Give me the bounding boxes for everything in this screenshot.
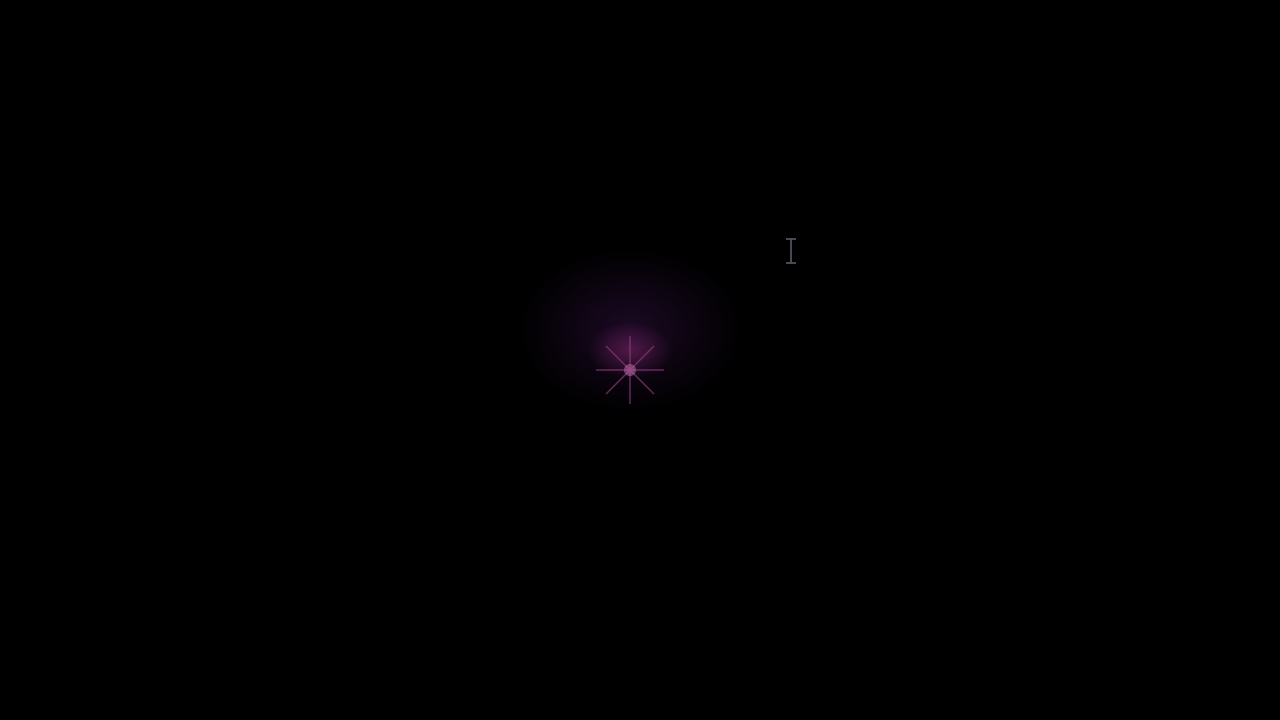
code-editor[interactable]: · pJS.tmp.bubble_clicking){ dx_mouse = p…	[0, 0, 1280, 720]
code-line: }	[330, 574, 416, 622]
code-line: pJS.tmp.bubble_clicking = false;	[385, 469, 854, 517]
code-token: time_spent = (	[487, 248, 660, 272]
code-line: dx_mouse = p.x - pJS.interactivity.mouse…	[413, 119, 1005, 167]
code-line: if(time_spent > pJS.interactivity.modes.…	[357, 434, 1110, 482]
code-token: }	[404, 598, 417, 622]
code-token: pJS.tmp.bubble_duration_end =	[459, 528, 830, 552]
code-line: }	[357, 539, 443, 587]
code-line: }	[357, 364, 443, 412]
code-token: new	[659, 248, 697, 272]
code-token: false	[829, 528, 891, 552]
code-line: dist_mouse = Math.sqrt(dx_mouse*dx_mouse…	[413, 189, 1067, 237]
code-token: ;	[891, 528, 904, 552]
code-token: pJS.fn.modes.bubble.color	[511, 705, 745, 720]
code-token: pJS.tmp.bubble_duration_end =	[459, 353, 830, 377]
code-line: dy_mouse = p.y - pJS.interactivity.mouse…	[413, 154, 1055, 202]
text-cursor-icon	[786, 238, 796, 264]
code-line: pJS.tmp.bubble_duration_end = false;	[385, 504, 903, 552]
code-line: pJS.tmp.bubble_duration_end = true;	[385, 329, 891, 377]
code-line: · pJS.tmp.bubble_clicking){	[348, 84, 755, 132]
code-line: time_spent = (new Date().getTime() - pJS…	[413, 224, 1104, 272]
code-token: ;	[878, 353, 891, 377]
screen: · pJS.tmp.bubble_clicking){ dx_mouse = p…	[0, 0, 1280, 720]
code-token: }	[431, 563, 444, 587]
code-token: Date	[709, 248, 759, 272]
code-line: pJS.fn.modes.bubble.color	[455, 678, 744, 720]
code-token: }	[431, 388, 444, 412]
code-line: if(time_spent > pJS.interactivity.modes.…	[357, 294, 1110, 342]
code-token: true	[829, 353, 879, 377]
code-token: ().getTime() - pJS.interacti	[758, 248, 1105, 272]
